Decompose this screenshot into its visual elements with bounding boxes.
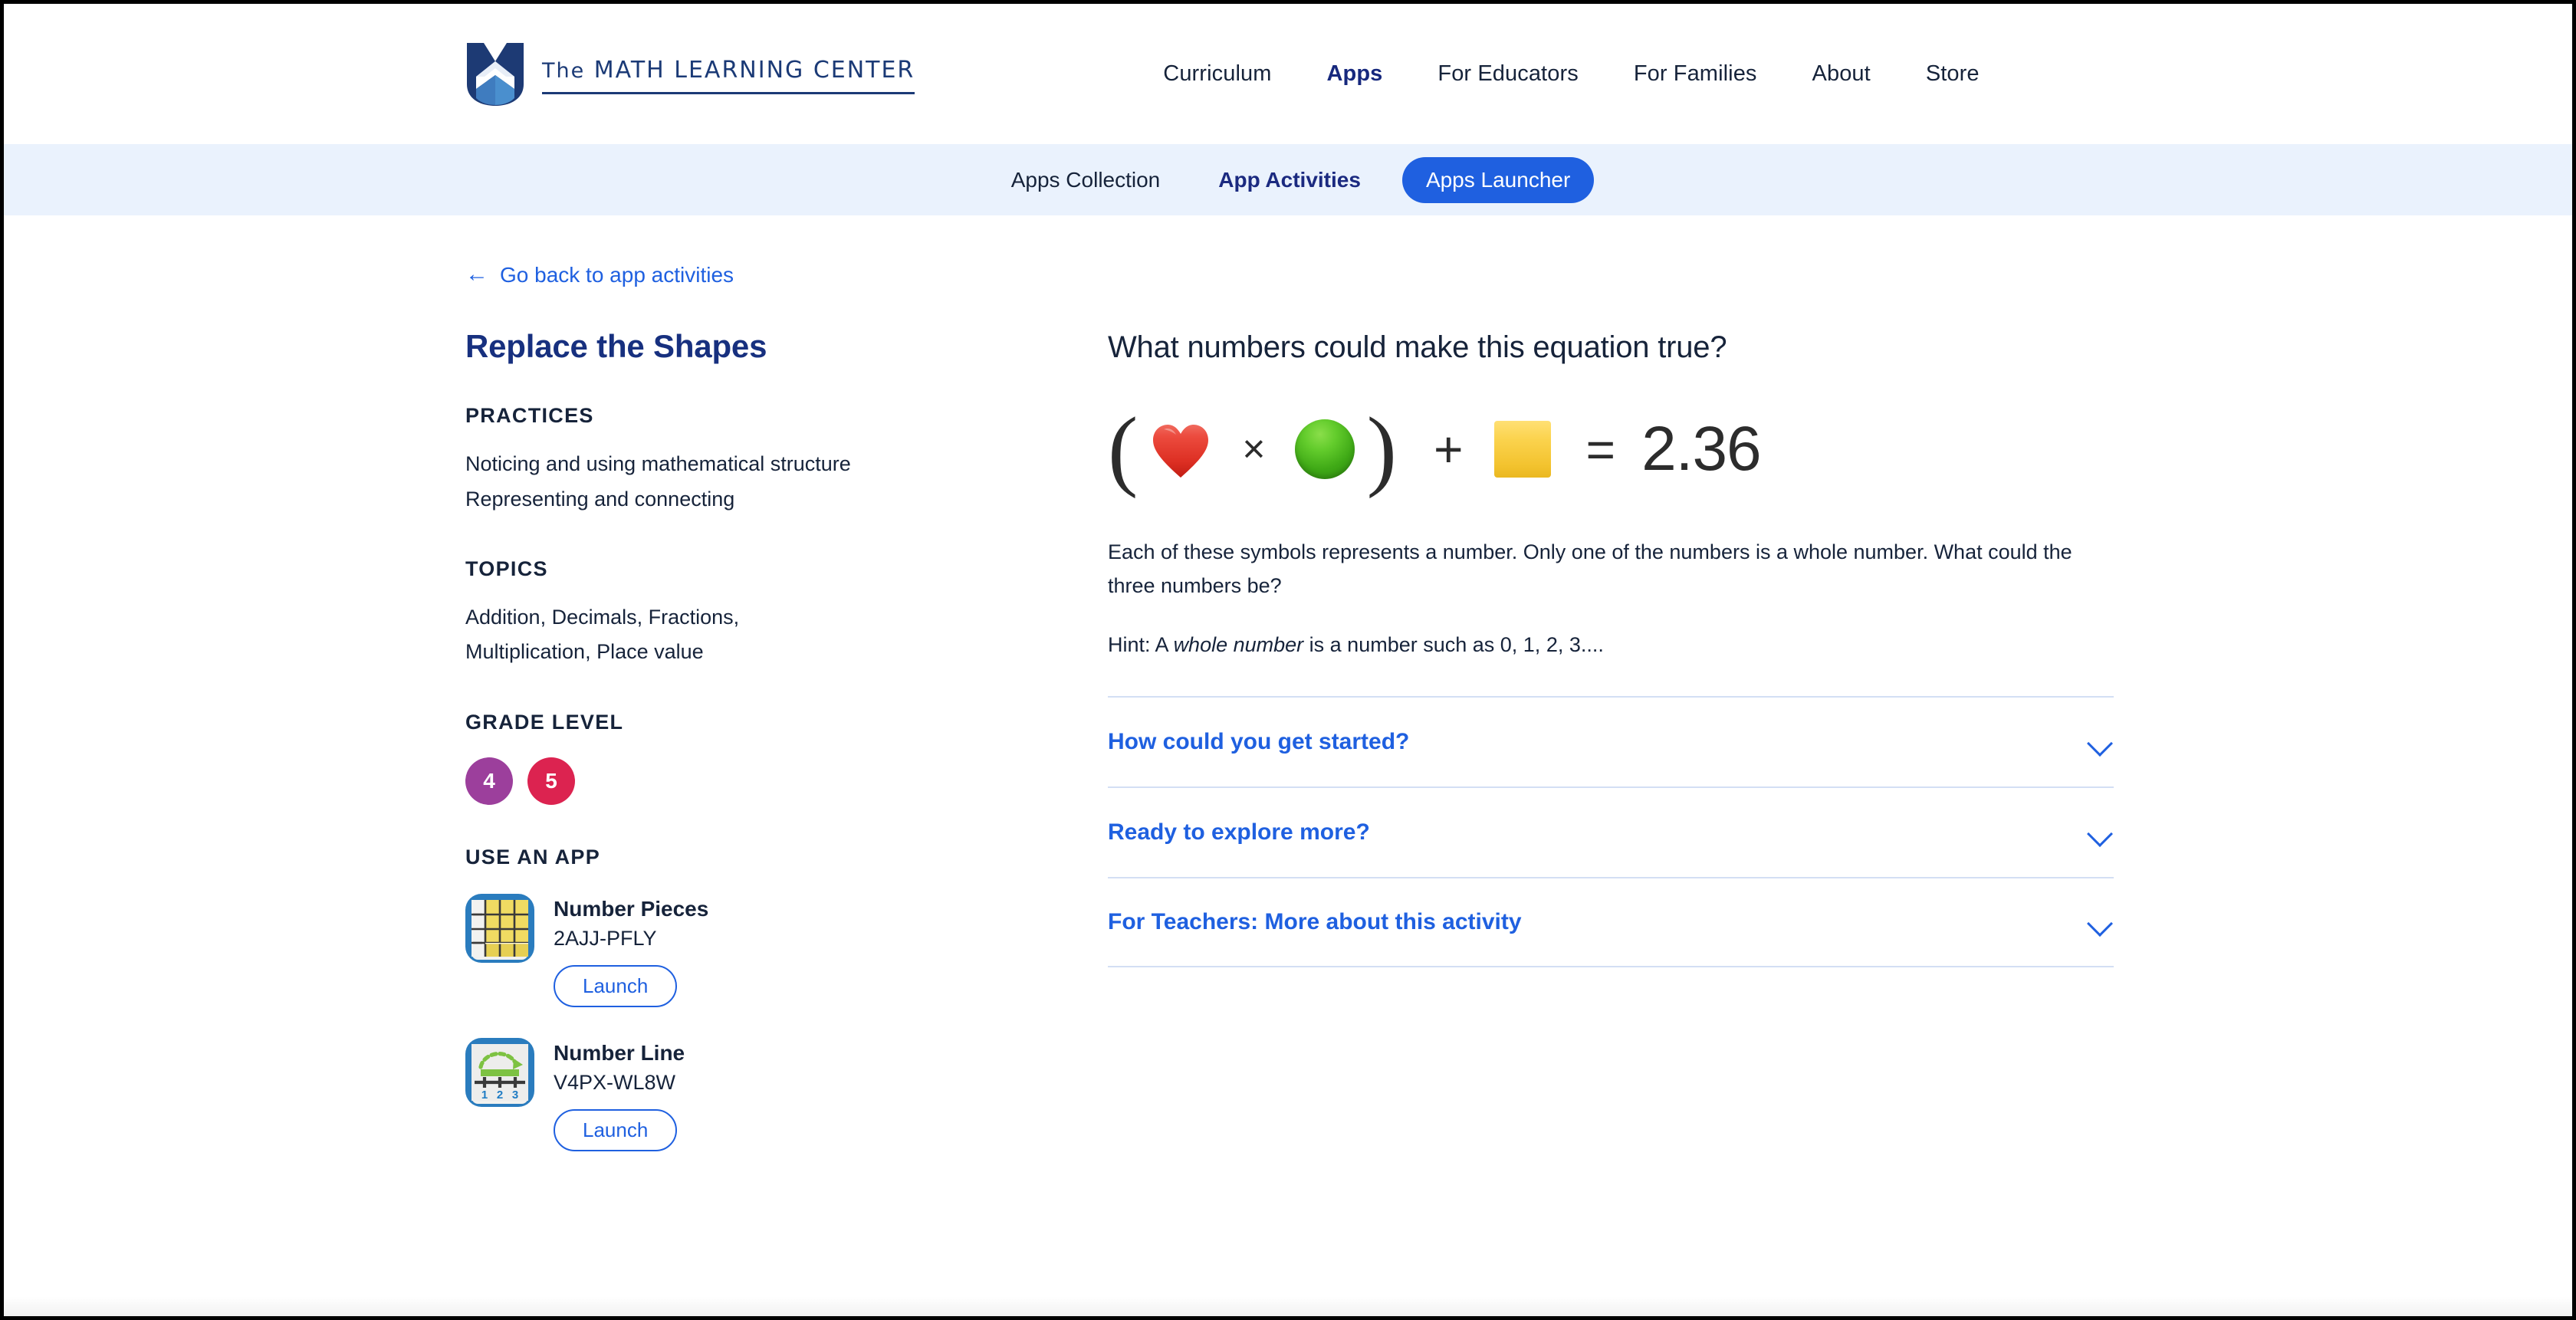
app-name: Number Line	[554, 1040, 685, 1065]
activity-sidebar: Replace the Shapes PRACTICES Noticing an…	[465, 328, 1025, 1182]
nav-item-about[interactable]: About	[1785, 61, 1898, 87]
site-logo[interactable]: The MATH LEARNING CENTER	[465, 41, 915, 107]
close-paren: )	[1366, 398, 1397, 499]
app-meta: Number Pieces 2AJJ-PFLY Launch	[554, 894, 708, 1007]
accordion-item-for-teachers[interactable]: For Teachers: More about this activity	[1108, 877, 2114, 968]
topics-heading: TOPICS	[465, 557, 548, 580]
mlc-logo-icon	[465, 41, 525, 107]
logo-underline	[542, 91, 915, 94]
svg-text:2: 2	[497, 1091, 503, 1101]
app-card-number-pieces: Number Pieces 2AJJ-PFLY Launch	[465, 893, 1025, 1007]
accordion-item-explore-more[interactable]: Ready to explore more?	[1108, 786, 2114, 877]
heart-symbol-icon	[1148, 417, 1213, 481]
app-name: Number Pieces	[554, 896, 709, 921]
chevron-down-icon[interactable]	[2088, 819, 2114, 846]
app-code: 2AJJ-PFLY	[554, 926, 657, 950]
tab-apps-launcher[interactable]: Apps Launcher	[1401, 156, 1595, 203]
app-meta: Number Line V4PX-WL8W Launch	[554, 1038, 685, 1152]
plus-operator: +	[1433, 421, 1464, 478]
grade-badge-4: 4	[465, 757, 513, 805]
site-header: The MATH LEARNING CENTER Curriculum Apps…	[4, 4, 2572, 144]
green-circle-symbol-icon	[1294, 419, 1355, 479]
equation-display: (×) + = 2.36	[1108, 399, 2114, 499]
launch-button-number-pieces[interactable]: Launch	[554, 964, 678, 1007]
logo-name: MATH LEARNING CENTER	[593, 56, 915, 84]
sidebar-section-grade-level: GRADE LEVEL 4 5	[465, 711, 1025, 805]
grade-badge-5: 5	[527, 757, 575, 805]
grade-level-heading: GRADE LEVEL	[465, 710, 624, 734]
hint-prefix: Hint: A	[1108, 633, 1174, 657]
sidebar-section-topics: TOPICS Addition, Decimals, Fractions, Mu…	[465, 557, 1025, 670]
grade-badge-row: 4 5	[465, 757, 1025, 805]
multiply-operator: ×	[1242, 427, 1266, 471]
activity-hint-text: Hint: A whole number is a number such as…	[1108, 629, 2114, 662]
activity-accordion: How could you get started? Ready to expl…	[1108, 696, 2114, 968]
app-code: V4PX-WL8W	[554, 1070, 676, 1094]
go-back-label: Go back to app activities	[500, 263, 734, 287]
sidebar-section-practices: PRACTICES Noticing and using mathematica…	[465, 404, 1025, 517]
activity-main-panel: What numbers could make this equation tr…	[1025, 329, 2198, 1182]
logo-the: The	[542, 58, 586, 83]
nav-item-for-educators[interactable]: For Educators	[1410, 61, 1605, 87]
practices-body: Noticing and using mathematical structur…	[465, 452, 851, 511]
sub-navigation: Apps Collection App Activities Apps Laun…	[4, 144, 2572, 215]
main-navigation: Curriculum Apps For Educators For Famili…	[1135, 61, 2006, 87]
accordion-item-get-started[interactable]: How could you get started?	[1108, 696, 2114, 786]
logo-text-block: The MATH LEARNING CENTER	[542, 54, 915, 94]
app-card-number-line: 1 2 3 Number Line V4PX-WL8W Launch	[465, 1037, 1025, 1152]
two-column-layout: Replace the Shapes PRACTICES Noticing an…	[465, 328, 2572, 1182]
practices-heading: PRACTICES	[465, 404, 594, 428]
svg-text:1: 1	[481, 1091, 488, 1101]
page-bottom-fade	[4, 1296, 2572, 1316]
tab-app-activities[interactable]: App Activities	[1189, 168, 1390, 192]
activity-question-heading: What numbers could make this equation tr…	[1108, 330, 1727, 364]
logo-wordmark: The MATH LEARNING CENTER	[542, 56, 915, 84]
chevron-down-icon[interactable]	[2088, 909, 2114, 935]
tab-apps-collection[interactable]: Apps Collection	[982, 168, 1190, 192]
nav-item-apps[interactable]: Apps	[1299, 61, 1410, 87]
equation-result: 2.36	[1641, 414, 1762, 484]
topics-body: Addition, Decimals, Fractions, Multiplic…	[465, 605, 740, 664]
number-pieces-icon[interactable]	[465, 893, 534, 963]
go-back-link[interactable]: ← Go back to app activities	[465, 261, 734, 287]
hint-italic-term: whole number	[1173, 633, 1304, 657]
equals-operator: =	[1585, 421, 1616, 478]
open-paren: (	[1108, 398, 1138, 499]
content-area: ← Go back to app activities Replace the …	[4, 215, 2572, 1182]
hint-suffix: is a number such as 0, 1, 2, 3....	[1303, 633, 1604, 657]
app-list: Number Pieces 2AJJ-PFLY Launch 1 2 3 Num…	[465, 893, 1025, 1152]
number-line-icon[interactable]: 1 2 3	[465, 1037, 534, 1107]
sidebar-section-use-an-app: USE AN APP Number Pieces 2AJJ-PFLY Launc…	[465, 846, 1025, 1152]
svg-text:3: 3	[512, 1091, 518, 1101]
nav-item-for-families[interactable]: For Families	[1606, 61, 1785, 87]
arrow-left-icon: ←	[465, 261, 488, 287]
accordion-label: For Teachers: More about this activity	[1108, 909, 1522, 935]
page-title: Replace the Shapes	[465, 328, 767, 364]
chevron-down-icon[interactable]	[2088, 729, 2114, 755]
use-an-app-heading: USE AN APP	[465, 845, 601, 869]
accordion-label: How could you get started?	[1108, 729, 1410, 755]
nav-item-curriculum[interactable]: Curriculum	[1135, 61, 1299, 87]
accordion-label: Ready to explore more?	[1108, 819, 1370, 846]
launch-button-number-line[interactable]: Launch	[554, 1109, 678, 1152]
yellow-square-symbol-icon	[1493, 421, 1551, 478]
activity-prompt-text: Each of these symbols represents a numbe…	[1108, 540, 2072, 597]
page-root: The MATH LEARNING CENTER Curriculum Apps…	[0, 0, 2576, 1320]
nav-item-store[interactable]: Store	[1898, 61, 2007, 87]
